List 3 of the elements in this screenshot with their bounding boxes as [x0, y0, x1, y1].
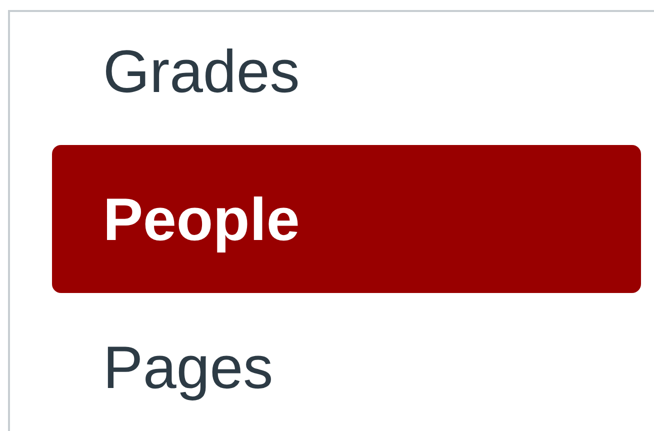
- nav-link[interactable]: Grades: [52, 12, 641, 145]
- nav-link[interactable]: People: [52, 145, 641, 293]
- nav-link[interactable]: Pages: [52, 293, 641, 431]
